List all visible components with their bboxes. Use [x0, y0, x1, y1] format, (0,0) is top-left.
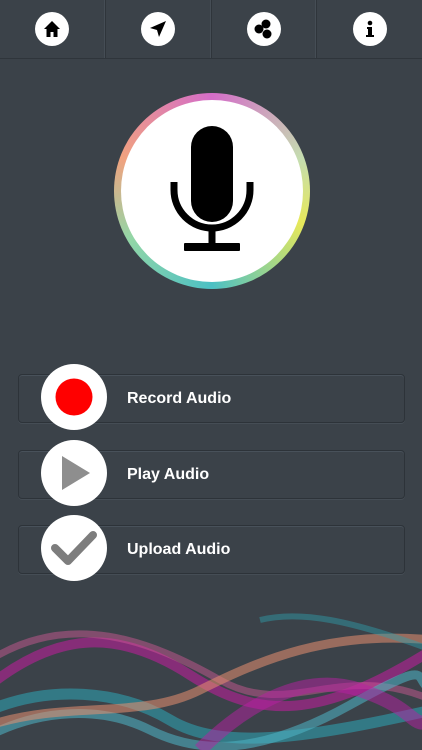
home-icon — [35, 12, 70, 46]
play-audio-button[interactable]: Play Audio — [18, 440, 405, 506]
play-audio-label: Play Audio — [127, 466, 210, 483]
top-nav-bar — [0, 0, 422, 59]
circles-icon — [246, 12, 281, 46]
upload-audio-label: Upload Audio — [127, 541, 231, 558]
record-icon — [41, 364, 107, 430]
record-audio-button[interactable]: Record Audio — [18, 364, 405, 430]
nav-navigate-button[interactable] — [106, 0, 212, 58]
record-audio-label: Record Audio — [127, 390, 232, 407]
info-icon — [352, 12, 387, 46]
play-icon — [41, 440, 107, 506]
nav-home-button[interactable] — [0, 0, 106, 58]
microphone-icon — [170, 126, 254, 251]
decorative-waves — [0, 613, 422, 750]
nav-info-button[interactable] — [317, 0, 422, 58]
checkmark-icon — [41, 515, 107, 581]
upload-audio-button[interactable]: Upload Audio — [18, 515, 405, 581]
nav-circles-button[interactable] — [212, 0, 318, 58]
microphone-button[interactable] — [121, 100, 303, 282]
navigate-icon — [141, 12, 176, 46]
